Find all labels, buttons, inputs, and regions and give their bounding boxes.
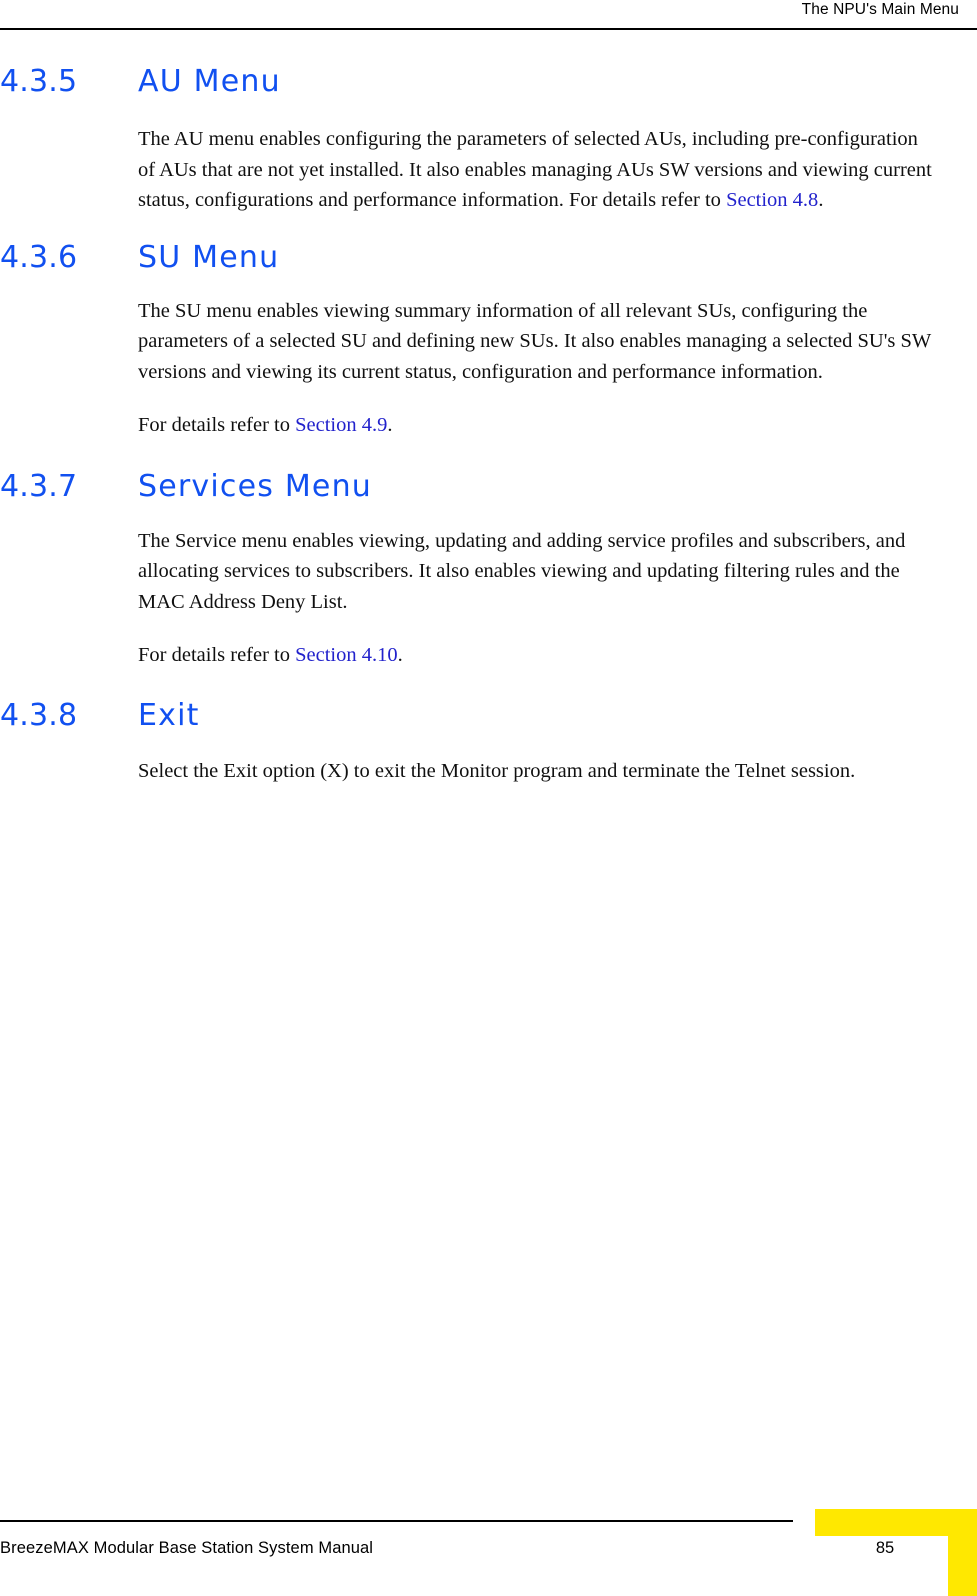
section-4.3.8: 4.3.8 Exit Select the Exit option (X) to e…: [0, 696, 957, 787]
paragraph-text: .: [818, 189, 824, 211]
paragraph: For details refer to Section 4.9.: [138, 410, 939, 441]
section-number: 4.3.7: [0, 468, 78, 504]
section-title: Services Menu: [138, 468, 373, 504]
cross-reference-link[interactable]: Section 4.8: [726, 189, 818, 211]
paragraph-text: .: [397, 644, 403, 666]
header-divider-rule: [0, 28, 977, 30]
page-content: 4.3.5 AU Menu The AU menu enables configur…: [0, 62, 977, 786]
section-body: Select the Exit option (X) to exit the M…: [0, 756, 957, 787]
paragraph: For details refer to Section 4.10.: [138, 640, 939, 671]
section-4.3.6: 4.3.6 SU Menu The SU menu enables viewing …: [0, 238, 957, 441]
section-heading: 4.3.8 Exit: [0, 696, 957, 736]
paragraph-text: The Service menu enables viewing, updati…: [138, 529, 906, 613]
paragraph: The Service menu enables viewing, updati…: [138, 526, 939, 618]
paragraph-text: Select the Exit option (X) to exit the M…: [138, 759, 856, 782]
footer-divider-rule: [0, 1520, 793, 1522]
section-number: 4.3.5: [0, 64, 78, 99]
section-heading: 4.3.7 Services Menu: [0, 467, 957, 507]
section-number: 4.3.8: [0, 697, 78, 733]
paragraph: The SU menu enables viewing summary info…: [138, 296, 939, 388]
paragraph-text: The SU menu enables viewing summary info…: [138, 299, 931, 383]
document-page: The NPU's Main Menu 4.3.5 AU Menu The AU m…: [0, 0, 977, 1596]
cross-reference-link[interactable]: Section 4.9: [295, 414, 387, 436]
paragraph: Select the Exit option (X) to exit the M…: [138, 756, 939, 787]
paragraph-text: For details refer to: [138, 644, 296, 666]
running-header-title: The NPU's Main Menu: [801, 1, 959, 18]
section-heading: 4.3.5 AU Menu: [0, 62, 957, 102]
section-title: SU Menu: [138, 239, 280, 275]
paragraph: The AU menu enables configuring the para…: [138, 124, 939, 216]
footer-page-number: 85: [875, 1539, 895, 1557]
section-body: The AU menu enables configuring the para…: [0, 124, 957, 216]
paragraph-text: .: [387, 414, 393, 436]
section-4.3.7: 4.3.7 Services Menu The Service menu enabl…: [0, 467, 957, 671]
paragraph-text: For details refer to: [138, 414, 296, 436]
section-heading: 4.3.6 SU Menu: [0, 238, 957, 278]
section-4.3.5: 4.3.5 AU Menu The AU menu enables configur…: [0, 62, 957, 216]
section-body: The Service menu enables viewing, updati…: [0, 526, 957, 671]
section-number: 4.3.6: [0, 239, 78, 275]
footer-yellow-tab-vertical: [948, 1509, 977, 1596]
section-title: Exit: [138, 697, 200, 733]
cross-reference-link[interactable]: Section 4.10: [295, 644, 398, 666]
section-body: The SU menu enables viewing summary info…: [0, 296, 957, 441]
section-title: AU Menu: [138, 64, 281, 99]
footer-manual-title: BreezeMAX Modular Base Station System Ma…: [0, 1539, 374, 1557]
page-header: The NPU's Main Menu: [0, 0, 977, 24]
